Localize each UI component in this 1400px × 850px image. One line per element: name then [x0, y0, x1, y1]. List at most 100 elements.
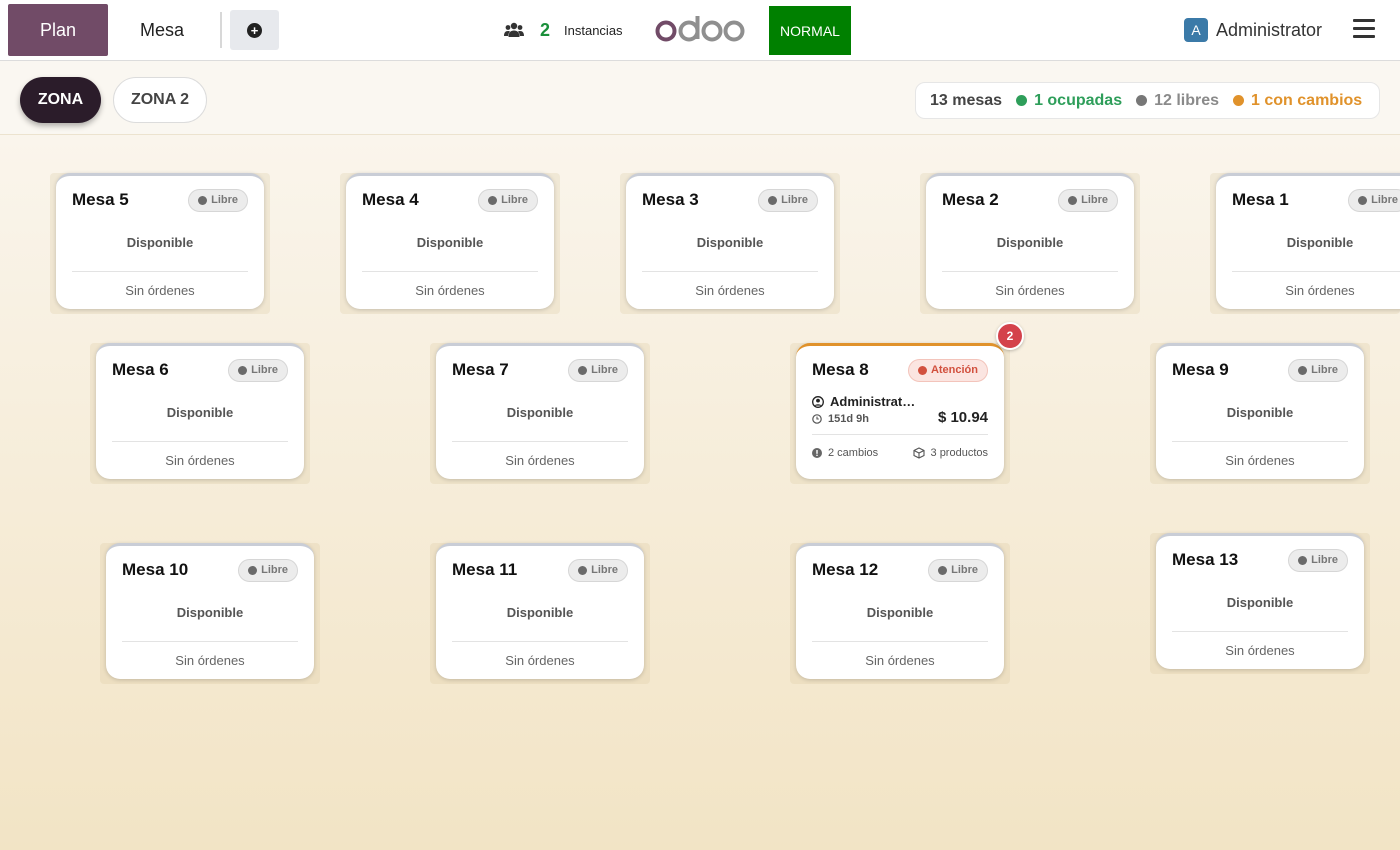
divider: [812, 434, 988, 435]
divider: [812, 641, 988, 642]
table-card[interactable]: Mesa 3 Libre Disponible Sin órdenes: [626, 173, 834, 309]
divider: [1172, 441, 1348, 442]
availability-text: Disponible: [1226, 595, 1294, 610]
table-card[interactable]: Mesa 12 Libre Disponible Sin órdenes: [796, 543, 1004, 679]
status-badge: Libre: [188, 189, 248, 212]
status-badge: Libre: [568, 559, 628, 582]
table-name: Mesa 5: [72, 190, 129, 209]
availability-text: Disponible: [416, 235, 484, 250]
status-badge: Atención: [907, 359, 988, 382]
status-badge: Libre: [1288, 359, 1348, 382]
summary-total: 13 mesas: [930, 91, 1003, 109]
status-badge: Libre: [1288, 549, 1348, 572]
hamburger-menu-icon[interactable]: [1353, 19, 1375, 39]
box-icon: [912, 447, 925, 459]
table-card[interactable]: Mesa 2 Libre Disponible Sin órdenes: [926, 173, 1134, 309]
table-name: Mesa 11: [452, 560, 518, 579]
avatar: A: [1184, 18, 1208, 42]
table-name: Mesa 7: [452, 360, 509, 379]
table-card[interactable]: Mesa 11 Libre Disponible Sin órdenes: [436, 543, 644, 679]
divider: [942, 271, 1118, 272]
status-badge: Libre: [478, 189, 538, 212]
table-card[interactable]: Mesa 13 Libre Disponible Sin órdenes: [1156, 533, 1364, 669]
table-name: Mesa 2: [942, 190, 999, 209]
status-badge: Libre: [568, 359, 628, 382]
order-amount: $ 10.94: [937, 409, 988, 426]
table-card[interactable]: Mesa 10 Libre Disponible Sin órdenes: [106, 543, 314, 679]
changes-text: 2 cambios: [828, 447, 879, 459]
divider: [1172, 631, 1348, 632]
summary-free: 12 libres: [1136, 92, 1219, 110]
alert-circle-icon: [812, 448, 822, 458]
instances-indicator: 2 Instancias: [504, 18, 623, 42]
table-name: Mesa 9: [1172, 360, 1229, 379]
mode-badge[interactable]: NORMAL: [769, 6, 851, 55]
table-card-occupied[interactable]: Mesa 8 Atención Administrat… 151d 9h $ 1…: [796, 343, 1004, 479]
status-badge: Libre: [1058, 189, 1118, 212]
zone-tab-zona-2[interactable]: ZONA 2: [113, 77, 207, 123]
divider: [452, 641, 628, 642]
orders-text: Sin órdenes: [1285, 283, 1355, 298]
status-badge: Libre: [238, 559, 298, 582]
orders-text: Sin órdenes: [505, 453, 575, 468]
status-badge: Libre: [928, 559, 988, 582]
orders-text: Sin órdenes: [415, 283, 485, 298]
table-name: Mesa 6: [112, 360, 169, 379]
orders-text: Sin órdenes: [175, 653, 245, 668]
availability-text: Disponible: [1226, 405, 1294, 420]
orders-text: Sin órdenes: [695, 283, 765, 298]
table-card[interactable]: Mesa 7 Libre Disponible Sin órdenes: [436, 343, 644, 479]
elapsed-time: 151d 9h: [812, 413, 869, 425]
table-name: Mesa 1: [1232, 190, 1289, 209]
instances-count: 2: [540, 19, 551, 40]
notification-badge: 2: [996, 322, 1024, 350]
divider: [122, 641, 298, 642]
user-circle-icon: [812, 395, 824, 408]
tables-summary: 13 mesas 1 ocupadas 12 libres 1 con camb…: [915, 82, 1380, 119]
availability-text: Disponible: [1286, 235, 1354, 250]
divider: [1232, 271, 1400, 272]
status-badge: Libre: [758, 189, 818, 212]
status-badge: Libre: [1348, 189, 1400, 212]
table-name: Mesa 13: [1172, 550, 1239, 569]
summary-occupied: 1 ocupadas: [1016, 92, 1122, 110]
divider: [72, 271, 248, 272]
availability-text: Disponible: [866, 605, 934, 620]
availability-text: Disponible: [176, 605, 244, 620]
orders-text: Sin órdenes: [165, 453, 235, 468]
clock-icon: [812, 414, 822, 424]
orders-text: Sin órdenes: [1225, 453, 1295, 468]
table-name: Mesa 12: [812, 560, 879, 579]
zone-tab-zona[interactable]: ZONA: [20, 77, 101, 123]
table-card[interactable]: Mesa 6 Libre Disponible Sin órdenes: [96, 343, 304, 479]
orders-text: Sin órdenes: [995, 283, 1065, 298]
availability-text: Disponible: [996, 235, 1064, 250]
plan-tab[interactable]: Plan: [8, 4, 108, 56]
customer: Administrat…: [812, 394, 915, 409]
table-card[interactable]: Mesa 4 Libre Disponible Sin órdenes: [346, 173, 554, 309]
orders-text: Sin órdenes: [505, 653, 575, 668]
table-card[interactable]: Mesa 9 Libre Disponible Sin órdenes: [1156, 343, 1364, 479]
add-button[interactable]: +: [230, 10, 279, 50]
user-menu[interactable]: A Administrator: [1184, 18, 1322, 42]
products-text: 3 productos: [930, 447, 988, 459]
navbar-divider: [220, 12, 222, 48]
availability-text: Disponible: [126, 235, 194, 250]
divider: [452, 441, 628, 442]
table-name: Mesa 4: [362, 190, 419, 209]
table-card[interactable]: Mesa 1 Libre Disponible Sin órdenes: [1216, 173, 1400, 309]
divider: [362, 271, 538, 272]
orders-text: Sin órdenes: [1225, 643, 1295, 658]
availability-text: Disponible: [166, 405, 234, 420]
divider: [642, 271, 818, 272]
availability-text: Disponible: [506, 605, 574, 620]
orders-text: Sin órdenes: [865, 653, 935, 668]
table-card[interactable]: Mesa 5 Libre Disponible Sin órdenes: [56, 173, 264, 309]
floor-plan: Mesa 5 Libre Disponible Sin órdenes Mesa…: [0, 135, 1400, 850]
divider: [112, 441, 288, 442]
table-name: Mesa 3: [642, 190, 699, 209]
mesa-tab[interactable]: Mesa: [112, 4, 212, 56]
table-name: Mesa 10: [122, 560, 189, 579]
orders-text: Sin órdenes: [125, 283, 195, 298]
availability-text: Disponible: [506, 405, 574, 420]
